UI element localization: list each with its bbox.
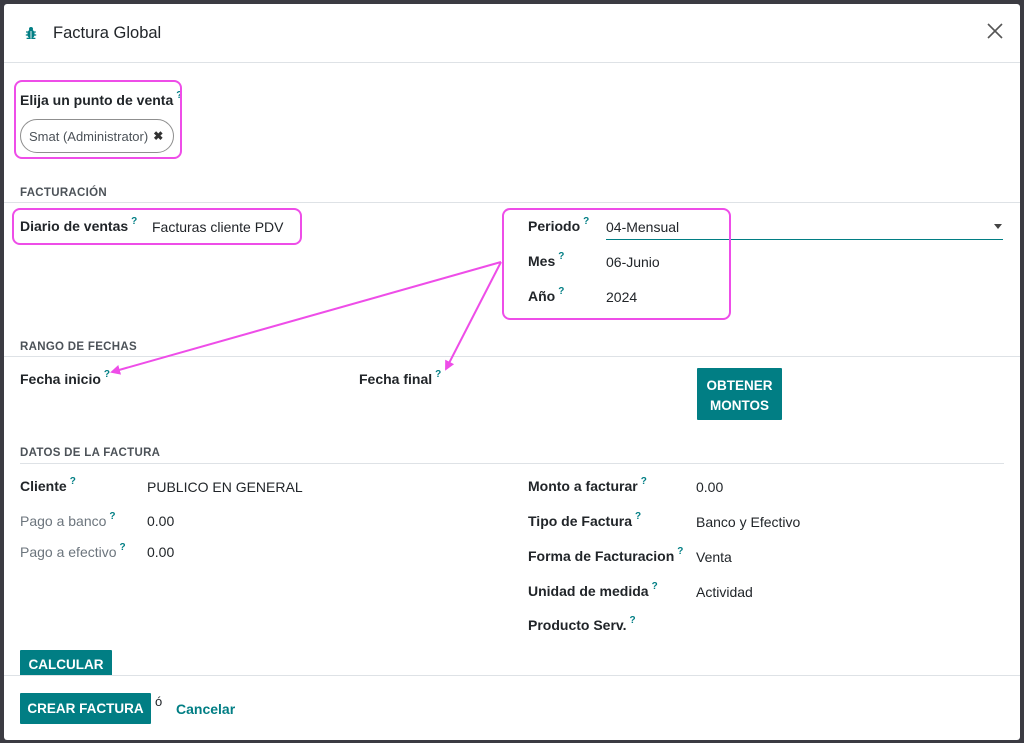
tipo-factura-label: Tipo de Factura?: [528, 511, 642, 529]
highlight-diario: [12, 208, 302, 245]
section-divider: [4, 356, 1020, 357]
section-divider: [4, 202, 1020, 203]
fecha-final-label: Fecha final?: [359, 369, 442, 387]
help-icon[interactable]: ?: [630, 615, 636, 626]
obtener-montos-button[interactable]: OBTENER MONTOS: [697, 368, 782, 420]
close-icon[interactable]: [984, 20, 1006, 42]
cliente-label: Cliente?: [20, 476, 76, 494]
help-icon[interactable]: ?: [641, 476, 647, 487]
footer-divider: [4, 675, 1020, 676]
pago-efectivo-value: 0.00: [147, 544, 175, 560]
factura-global-dialog: Factura Global Elija un punto de venta? …: [4, 4, 1020, 740]
header-divider: [4, 62, 1020, 63]
forma-facturacion-label: Forma de Facturacion?: [528, 546, 684, 564]
crear-factura-button[interactable]: CREAR FACTURA: [20, 693, 151, 724]
section-rango-fechas: RANGO DE FECHAS: [20, 341, 137, 353]
calcular-button[interactable]: CALCULAR: [20, 650, 112, 676]
cliente-value[interactable]: PUBLICO EN GENERAL: [147, 479, 303, 495]
producto-serv-label: Producto Serv.?: [528, 615, 636, 633]
section-divider: [20, 463, 1004, 464]
pago-efectivo-label: Pago a efectivo?: [20, 542, 126, 560]
help-icon[interactable]: ?: [435, 369, 441, 380]
help-icon[interactable]: ?: [70, 476, 76, 487]
dialog-title: Factura Global: [53, 24, 162, 42]
unidad-medida-value[interactable]: Actividad: [696, 584, 753, 600]
monto-value: 0.00: [696, 479, 724, 495]
highlight-periodo: [502, 208, 731, 320]
unidad-medida-label: Unidad de medida?: [528, 581, 658, 599]
bug-icon: [25, 27, 37, 40]
help-icon[interactable]: ?: [120, 542, 126, 553]
pago-banco-label: Pago a banco?: [20, 511, 116, 529]
help-icon[interactable]: ?: [652, 581, 658, 592]
monto-label: Monto a facturar?: [528, 476, 647, 494]
help-icon[interactable]: ?: [677, 546, 683, 557]
cancel-link[interactable]: Cancelar: [176, 701, 235, 717]
section-datos-factura: DATOS DE LA FACTURA: [20, 447, 161, 459]
section-facturacion: FACTURACIÓN: [20, 187, 107, 199]
help-icon[interactable]: ?: [635, 511, 641, 522]
separator-text: ó: [155, 694, 163, 709]
pago-banco-value: 0.00: [147, 513, 175, 529]
fecha-inicio-label: Fecha inicio?: [20, 369, 111, 387]
help-icon[interactable]: ?: [109, 511, 115, 522]
forma-facturacion-value[interactable]: Venta: [696, 549, 732, 565]
highlight-pos: [14, 80, 182, 159]
help-icon[interactable]: ?: [104, 369, 110, 380]
chevron-down-icon[interactable]: [994, 224, 1002, 229]
tipo-factura-value[interactable]: Banco y Efectivo: [696, 514, 800, 530]
